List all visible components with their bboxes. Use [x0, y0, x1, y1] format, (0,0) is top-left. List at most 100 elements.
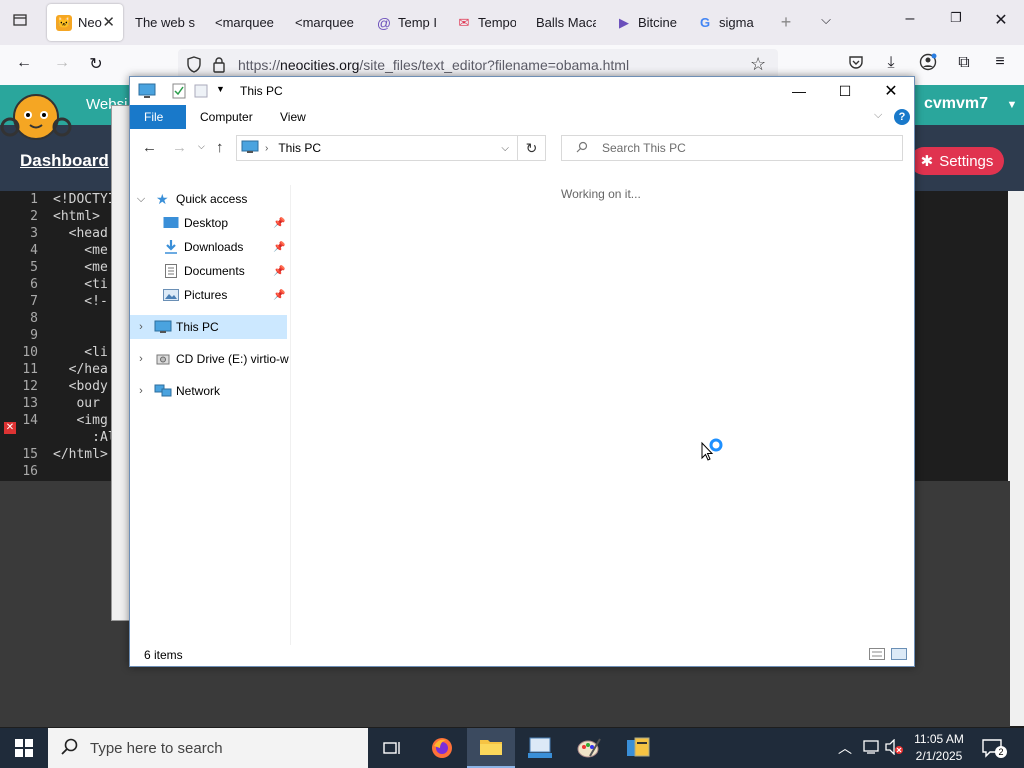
back-icon[interactable]: ←	[14, 54, 34, 72]
notifications-icon[interactable]: 2	[982, 738, 1007, 761]
nav-quick-access[interactable]: ⌵ ★ Quick access	[130, 187, 287, 211]
nav-pictures[interactable]: Pictures 📌	[130, 283, 287, 307]
taskbar-clock[interactable]: 11:05 AM 2/1/2025	[905, 731, 973, 765]
recent-locations-icon[interactable]: ⌵	[198, 141, 205, 152]
nav-desktop[interactable]: Desktop 📌	[130, 211, 287, 235]
lock-icon[interactable]	[212, 56, 226, 76]
neocities-logo-icon[interactable]	[0, 87, 72, 143]
address-bar[interactable]: › This PC ⌵	[236, 135, 518, 161]
close-icon[interactable]: ✕	[868, 77, 914, 105]
account-icon[interactable]	[918, 53, 938, 76]
address-dropdown-icon[interactable]: ⌵	[501, 143, 509, 154]
username-menu[interactable]: cvmvm7 ▼	[924, 95, 1017, 113]
tab-sigma[interactable]: G sigma	[697, 4, 757, 41]
code-line[interactable]: 11 </hea	[0, 362, 107, 379]
ribbon-tab-computer[interactable]: Computer	[186, 105, 267, 129]
refresh-icon[interactable]: ↻	[518, 135, 546, 161]
code-line[interactable]: 4 <me	[0, 243, 108, 260]
url-text[interactable]: https://neocities.org/site_files/text_ed…	[238, 57, 629, 73]
collapsed-chevron-icon[interactable]: ›	[135, 385, 147, 397]
quick-access-dropdown-icon[interactable]: ▼	[216, 84, 225, 94]
code-line[interactable]: 13 our	[0, 396, 100, 413]
remote-desktop-icon[interactable]	[516, 728, 564, 768]
collapsed-chevron-icon[interactable]: ›	[135, 353, 147, 365]
breadcrumb-chevron-icon[interactable]: ›	[265, 143, 268, 154]
tab-tempo[interactable]: ✉ Tempo	[456, 4, 516, 41]
code-line[interactable]: 3 <head	[0, 226, 108, 243]
pocket-icon[interactable]	[846, 54, 866, 75]
bookmark-star-icon[interactable]: ☆	[750, 54, 766, 75]
menu-icon[interactable]: ≡	[990, 53, 1010, 71]
code-line[interactable]: 8	[0, 311, 53, 328]
nav-network[interactable]: › Network	[130, 379, 287, 403]
details-view-icon[interactable]	[869, 648, 885, 663]
network-status-icon[interactable]	[862, 739, 880, 758]
nav-cd-drive[interactable]: › CD Drive (E:) virtio-w	[130, 347, 289, 371]
firefox-icon[interactable]	[418, 728, 466, 768]
show-hidden-icons-icon[interactable]: ︿	[838, 738, 852, 758]
collapsed-chevron-icon[interactable]: ›	[135, 321, 147, 333]
nav-downloads[interactable]: Downloads 📌	[130, 235, 287, 259]
paint-icon[interactable]	[565, 728, 613, 768]
file-explorer-icon[interactable]	[467, 728, 515, 768]
code-line[interactable]: 14 <img	[0, 413, 107, 430]
explorer-title-bar[interactable]: ▼ This PC — ☐ ✕	[130, 77, 914, 105]
browser-maximize-icon[interactable]: ❐	[946, 10, 966, 26]
maximize-icon[interactable]: ☐	[822, 77, 868, 105]
ribbon-tab-file[interactable]: File	[130, 105, 186, 129]
tab-website[interactable]: The web sit	[135, 4, 195, 41]
volume-muted-icon[interactable]	[884, 738, 904, 758]
tab-balls[interactable]: Balls Maca	[536, 4, 596, 41]
task-view-icon[interactable]	[368, 728, 416, 768]
code-line[interactable]: 7 <!-	[0, 294, 108, 311]
minimize-icon[interactable]: —	[776, 77, 822, 105]
dashboard-link[interactable]: Dashboard	[20, 151, 109, 171]
chevron-down-icon[interactable]: ⌵	[816, 12, 836, 28]
code-line[interactable]: 12 <body	[0, 379, 107, 396]
up-arrow-icon[interactable]: ↑	[216, 139, 224, 156]
navpane-divider[interactable]	[290, 185, 291, 645]
code-line[interactable]: 1 <!DOCTYI	[0, 192, 115, 209]
windows-start-icon[interactable]	[0, 728, 48, 768]
tab-bitcine[interactable]: ▶ Bitcine	[616, 4, 682, 41]
code-line[interactable]: 16	[0, 464, 53, 481]
browser-close-icon[interactable]: ✕	[991, 10, 1011, 30]
close-tab-icon[interactable]: ✕	[102, 13, 115, 31]
new-tab-icon[interactable]: +	[776, 12, 796, 33]
tab-marquee-2[interactable]: <marquee	[295, 4, 355, 41]
code-line[interactable]: 10 <li	[0, 345, 107, 362]
back-arrow-icon[interactable]: ←	[142, 139, 157, 156]
browser-minimize-icon[interactable]: –	[900, 10, 920, 28]
address-text[interactable]: This PC	[278, 141, 321, 155]
code-line[interactable]: 9	[0, 328, 53, 345]
new-folder-icon[interactable]	[194, 84, 208, 101]
code-line[interactable]: :Al	[0, 430, 116, 447]
tab-neocities[interactable]: 🐱 Neo ✕	[47, 4, 123, 41]
reload-icon[interactable]: ↻	[86, 54, 106, 74]
forward-icon[interactable]: →	[52, 54, 72, 72]
code-line[interactable]: 2 <html>	[0, 209, 100, 226]
search-input[interactable]: Search This PC	[561, 135, 903, 161]
tab-marquee-1[interactable]: <marquee	[215, 4, 275, 41]
help-icon[interactable]: ?	[894, 109, 910, 125]
tab-temp-mail[interactable]: @ Temp I	[376, 4, 436, 41]
extensions-icon[interactable]: ⧉	[954, 54, 974, 72]
forward-arrow-icon[interactable]: →	[172, 139, 187, 156]
nav-this-pc[interactable]: › This PC	[130, 315, 287, 339]
code-line[interactable]: 6 <ti	[0, 277, 108, 294]
download-icon[interactable]: ⤓	[881, 54, 901, 72]
page-scrollbar[interactable]	[1008, 191, 1024, 726]
code-line[interactable]: 5 <me	[0, 260, 108, 277]
properties-icon[interactable]	[172, 83, 186, 102]
tab-list-icon[interactable]	[10, 12, 30, 33]
expand-ribbon-icon[interactable]: ⌵	[874, 109, 882, 122]
shield-icon[interactable]	[186, 56, 202, 76]
large-icons-view-icon[interactable]	[891, 648, 907, 663]
taskbar-search-input[interactable]: Type here to search	[48, 728, 368, 768]
nav-documents[interactable]: Documents 📌	[130, 259, 287, 283]
ribbon-tab-view[interactable]: View	[266, 105, 320, 129]
code-line[interactable]: 15 </html>	[0, 447, 107, 464]
expanded-chevron-icon[interactable]: ⌵	[135, 193, 147, 206]
control-panel-icon[interactable]	[614, 728, 662, 768]
settings-button[interactable]: ✱ Settings	[910, 147, 1004, 175]
